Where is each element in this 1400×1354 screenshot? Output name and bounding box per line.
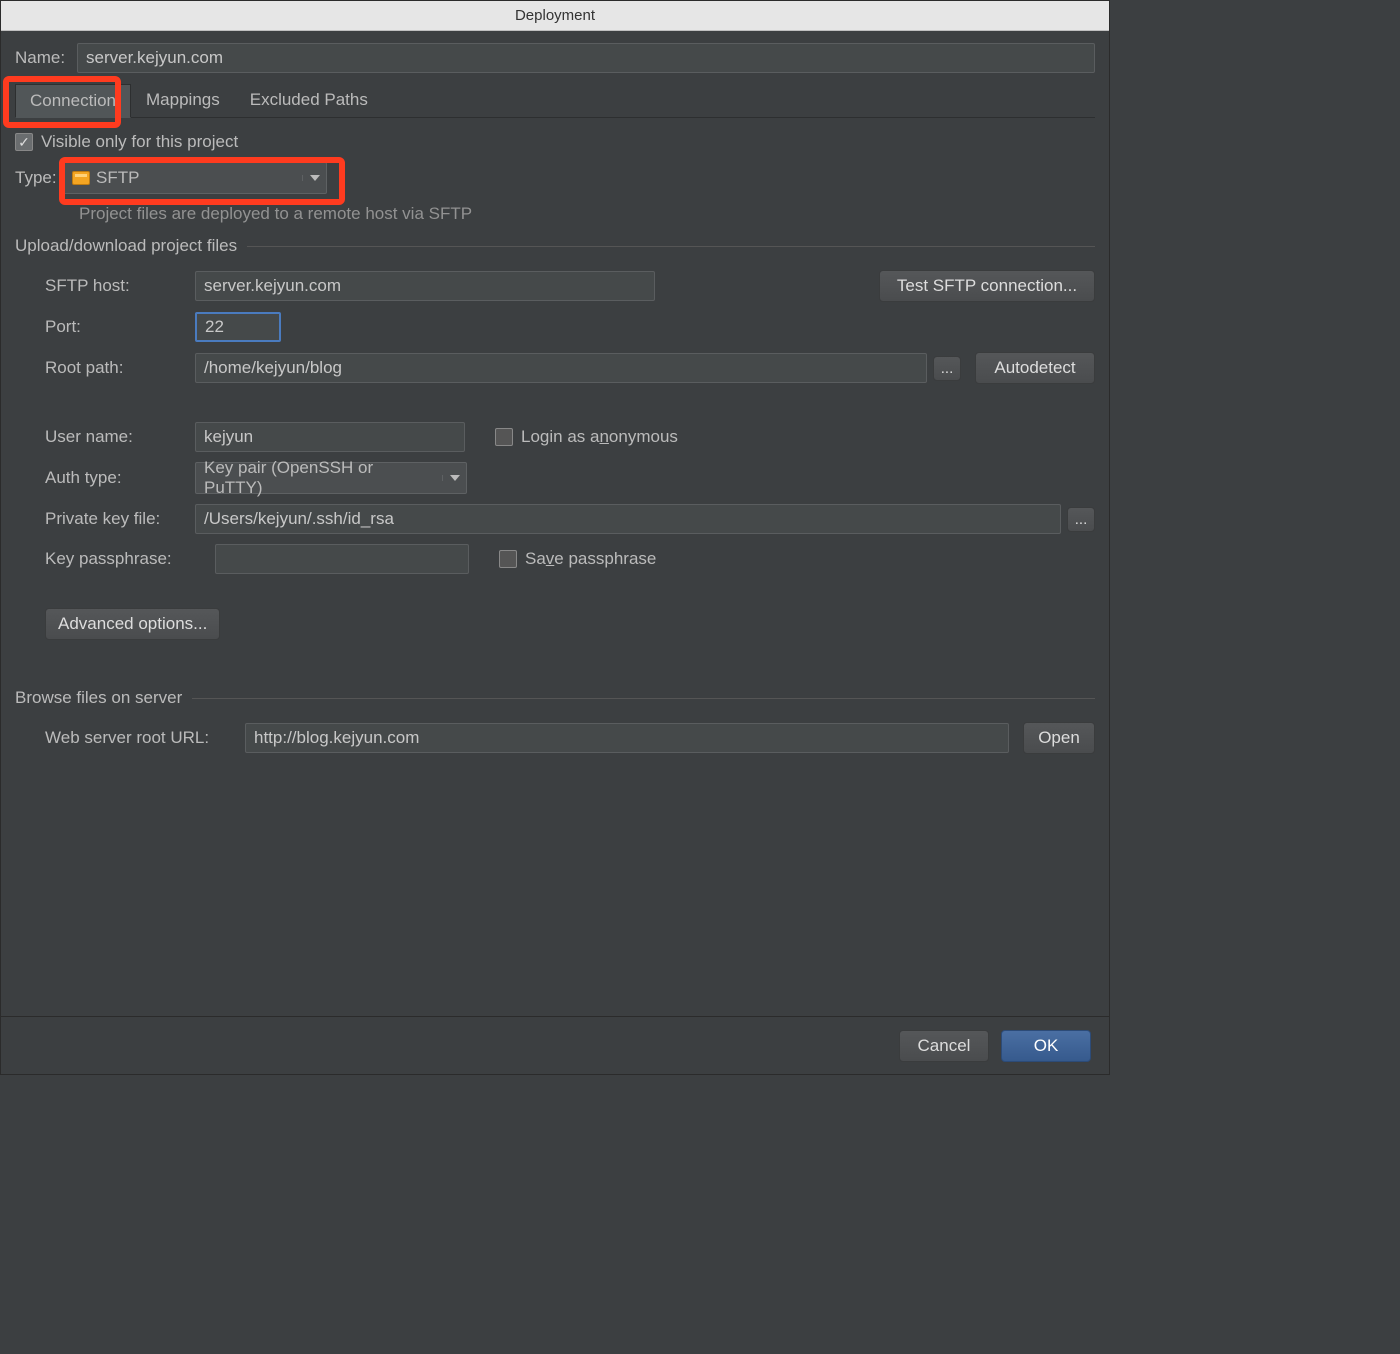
deployment-dialog: Deployment Name: Connection Mappings Exc… — [0, 0, 1110, 1075]
root-path-input[interactable] — [195, 353, 927, 383]
sftp-host-input[interactable] — [195, 271, 655, 301]
name-input[interactable] — [77, 43, 1095, 73]
type-hint: Project files are deployed to a remote h… — [79, 204, 1095, 224]
web-root-label: Web server root URL: — [45, 728, 245, 748]
cancel-button[interactable]: Cancel — [899, 1030, 989, 1062]
port-input[interactable] — [195, 312, 281, 342]
root-path-browse-button[interactable]: ... — [933, 356, 961, 381]
open-button[interactable]: Open — [1023, 722, 1095, 754]
divider — [192, 698, 1095, 699]
section-upload-label: Upload/download project files — [15, 236, 237, 256]
login-anonymous-label: Login as anonymous — [521, 427, 678, 447]
key-passphrase-input[interactable] — [215, 544, 469, 574]
chevron-down-icon — [442, 475, 466, 481]
divider — [247, 246, 1095, 247]
dialog-footer: Cancel OK — [1, 1016, 1109, 1074]
save-passphrase-checkbox[interactable] — [499, 550, 517, 568]
web-root-input[interactable] — [245, 723, 1009, 753]
sftp-icon — [72, 171, 90, 185]
type-label: Type: — [15, 168, 63, 188]
tab-excluded-paths[interactable]: Excluded Paths — [235, 83, 383, 117]
private-key-browse-button[interactable]: ... — [1067, 507, 1095, 532]
private-key-label: Private key file: — [45, 509, 195, 529]
window-title: Deployment — [1, 1, 1109, 31]
save-passphrase-label: Save passphrase — [525, 549, 656, 569]
test-sftp-button[interactable]: Test SFTP connection... — [879, 270, 1095, 302]
tab-connection[interactable]: Connection — [15, 84, 131, 118]
sftp-host-label: SFTP host: — [45, 276, 195, 296]
user-name-input[interactable] — [195, 422, 465, 452]
user-name-label: User name: — [45, 427, 195, 447]
auth-type-select[interactable]: Key pair (OpenSSH or PuTTY) — [195, 462, 467, 494]
auth-type-label: Auth type: — [45, 468, 195, 488]
type-selected: SFTP — [96, 168, 139, 188]
autodetect-button[interactable]: Autodetect — [975, 352, 1095, 384]
name-label: Name: — [15, 48, 77, 68]
private-key-input[interactable] — [195, 504, 1061, 534]
port-label: Port: — [45, 317, 195, 337]
login-anonymous-checkbox[interactable] — [495, 428, 513, 446]
visible-only-checkbox[interactable] — [15, 133, 33, 151]
section-browse-label: Browse files on server — [15, 688, 182, 708]
ok-button[interactable]: OK — [1001, 1030, 1091, 1062]
advanced-options-button[interactable]: Advanced options... — [45, 608, 220, 640]
key-passphrase-label: Key passphrase: — [45, 549, 215, 569]
chevron-down-icon — [302, 175, 326, 181]
tab-mappings[interactable]: Mappings — [131, 83, 235, 117]
visible-only-label: Visible only for this project — [41, 132, 238, 152]
type-select[interactable]: SFTP — [63, 162, 327, 194]
tabs: Connection Mappings Excluded Paths — [15, 83, 1095, 118]
root-path-label: Root path: — [45, 358, 195, 378]
auth-type-value: Key pair (OpenSSH or PuTTY) — [204, 458, 434, 498]
